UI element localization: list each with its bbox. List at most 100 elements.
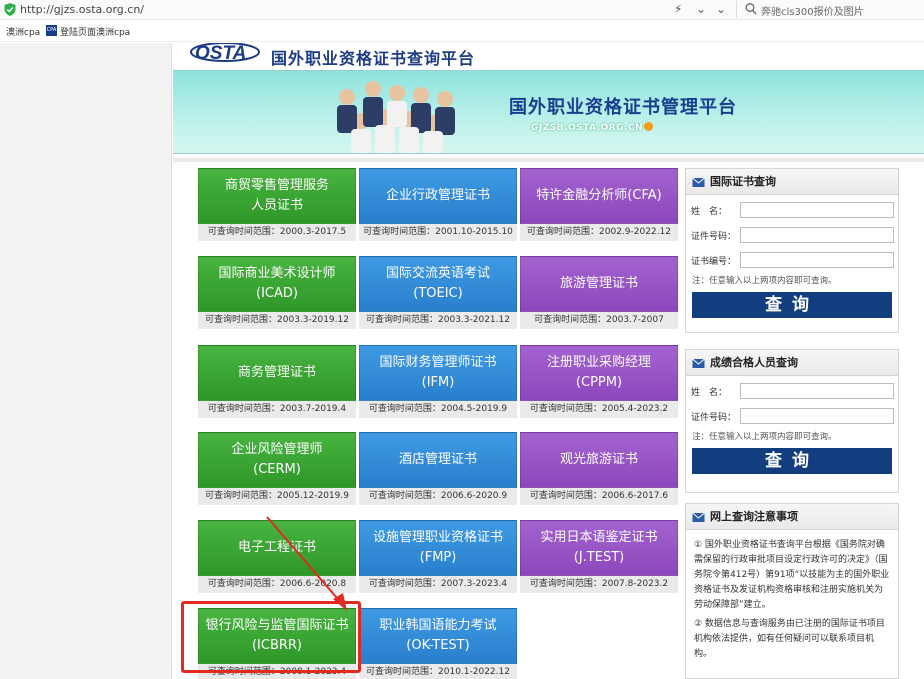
cert-button[interactable]: 企业风险管理师 (CERM) — [198, 432, 356, 488]
cert-button[interactable]: 国际财务管理师证书 (IFM) — [359, 345, 517, 401]
bookmark-item[interactable]: 澳洲cpa — [6, 25, 40, 38]
cert-name-line: 国际财务管理师证书 — [379, 355, 497, 370]
people-photo — [337, 81, 455, 153]
cert-date-range: 可查询时间范围：2007.8-2023.2 — [520, 576, 678, 593]
cert-name-line: (J.TEST) — [573, 550, 625, 565]
cert-name-line: 国际商业美术设计师 — [218, 266, 336, 281]
cert-button[interactable]: 国际商业美术设计师 (ICAD) — [198, 256, 356, 312]
cert-name-line: 设施管理职业资格证书 — [372, 530, 503, 545]
cert-card: 注册职业采购经理 (CPPM) 可查询时间范围：2005.4-2023.2 — [520, 345, 678, 418]
query-note: 注：任意输入以上两项内容即可查询。 — [692, 276, 837, 286]
cert-card: 商贸零售管理服务 人员证书 可查询时间范围：2000.3-2017.5 — [198, 168, 356, 241]
query-note: 注：任意输入以上两项内容即可查询。 — [692, 432, 837, 442]
secure-shield-icon — [4, 3, 16, 16]
cert-name-line: 特许金融分析师(CFA) — [536, 188, 662, 203]
cert-name-line: 观光旅游证书 — [559, 452, 638, 467]
name-input[interactable] — [740, 202, 894, 218]
cert-card: 设施管理职业资格证书 (FMP) 可查询时间范围：2007.3-2023.4 — [359, 520, 517, 593]
banner-url: GJZSB.OSTA.ORG.CN — [531, 122, 654, 133]
cert-name-line: (CERM) — [253, 462, 301, 477]
highlight-box — [181, 601, 361, 673]
panel-header: 网上查询注意事项 — [686, 504, 898, 530]
arrow-dot-icon — [644, 122, 654, 131]
search-icon — [745, 3, 757, 15]
cert-card: 国际交流英语考试 (TOEIC) 可查询时间范围：2003.3-2021.12 — [359, 256, 517, 329]
cert-name-line: 职业韩国语能力考试 — [379, 618, 497, 633]
cert-date-range: 可查询时间范围：2005.12-2019.9 — [198, 488, 356, 505]
cert-card: 职业韩国语能力考试 (OK-TEST) 可查询时间范围：2010.1-2022.12 — [359, 608, 517, 679]
cert-button[interactable]: 实用日本语鉴定证书 (J.TEST) — [520, 520, 678, 576]
id-number-input[interactable] — [740, 408, 894, 424]
cert-name-line: 人员证书 — [250, 198, 303, 213]
divider — [173, 158, 924, 162]
name-input[interactable] — [740, 383, 894, 399]
cert-name-line: 商贸零售管理服务 — [224, 178, 329, 193]
banner: 国外职业资格证书管理平台 GJZSB.OSTA.ORG.CN — [173, 70, 924, 154]
banner-title: 国外职业资格证书管理平台 — [509, 97, 737, 118]
cert-button[interactable]: 商务管理证书 — [198, 345, 356, 401]
cert-button[interactable]: 职业韩国语能力考试 (OK-TEST) — [359, 608, 517, 664]
cert-date-range: 可查询时间范围：2003.7-2007 — [520, 312, 678, 329]
cert-card: 商务管理证书 可查询时间范围：2003.7-2019.4 — [198, 345, 356, 418]
cert-date-range: 可查询时间范围：2001.10-2015.10 — [359, 224, 517, 241]
cert-button[interactable]: 注册职业采购经理 (CPPM) — [520, 345, 678, 401]
cert-name-line: (IFM) — [421, 375, 455, 390]
cert-card: 国际财务管理师证书 (IFM) 可查询时间范围：2004.5-2019.9 — [359, 345, 517, 418]
chevron-down-icon[interactable]: ⌄ — [716, 2, 726, 16]
cert-button[interactable]: 企业行政管理证书 — [359, 168, 517, 224]
cpa-favicon-icon: CPA — [46, 25, 57, 36]
field-row-name: 姓 名： — [686, 381, 898, 401]
cert-date-range: 可查询时间范围：2003.3-2021.12 — [359, 312, 517, 329]
bookmark-item[interactable]: 登陆页面澳洲cpa — [60, 25, 130, 38]
bookmarks-bar: 澳洲cpa CPA 登陆页面澳洲cpa — [0, 21, 924, 42]
cert-button[interactable]: 设施管理职业资格证书 (FMP) — [359, 520, 517, 576]
field-row-id: 证件号码： — [686, 406, 898, 426]
cert-name-line: (ICAD) — [256, 286, 298, 301]
url-field[interactable]: http://gjzs.osta.org.cn/ — [20, 3, 144, 16]
browser-search-box[interactable]: 奔驰cls300报价及图片 — [736, 1, 924, 18]
cert-button[interactable]: 酒店管理证书 — [359, 432, 517, 488]
cert-name-line: (TOEIC) — [413, 286, 463, 301]
cert-date-range: 可查询时间范围：2006.6-2020.9 — [359, 488, 517, 505]
cert-date-range: 可查询时间范围：2004.5-2019.9 — [359, 401, 517, 418]
cert-name-line: 酒店管理证书 — [398, 452, 477, 467]
query-button[interactable]: 查询 — [692, 292, 892, 318]
cert-card: 实用日本语鉴定证书 (J.TEST) 可查询时间范围：2007.8-2023.2 — [520, 520, 678, 593]
id-number-input[interactable] — [740, 227, 894, 243]
query-button[interactable]: 查询 — [692, 448, 892, 474]
cert-card: 企业行政管理证书 可查询时间范围：2001.10-2015.10 — [359, 168, 517, 241]
cert-name-line: 旅游管理证书 — [559, 276, 638, 291]
cert-name-line: (CPPM) — [575, 375, 623, 390]
cert-button[interactable]: 商贸零售管理服务 人员证书 — [198, 168, 356, 224]
cert-name-line: (OK-TEST) — [406, 638, 470, 653]
cert-card: 企业风险管理师 (CERM) 可查询时间范围：2005.12-2019.9 — [198, 432, 356, 505]
cert-button[interactable]: 特许金融分析师(CFA) — [520, 168, 678, 224]
cert-card: 观光旅游证书可查询时间范围：2006.6-2017.6 — [520, 432, 678, 505]
cert-name-line: 企业风险管理师 — [231, 442, 323, 457]
chevron-down-icon[interactable]: ⌄ — [696, 2, 706, 16]
field-row-cert: 证书编号： — [686, 250, 898, 270]
cert-date-range: 可查询时间范围：2003.3-2019.12 — [198, 312, 356, 329]
cert-name-line: 实用日本语鉴定证书 — [540, 530, 658, 545]
cert-date-range: 可查询时间范围：2007.3-2023.4 — [359, 576, 517, 593]
notice-panel: 网上查询注意事项 ① 国外职业资格证书查询平台根据《国务院对确需保留的行政审批项… — [685, 503, 899, 679]
cert-card: 国际商业美术设计师 (ICAD) 可查询时间范围：2003.3-2019.12 — [198, 256, 356, 329]
field-row-name: 姓 名： — [686, 200, 898, 220]
lightning-icon[interactable]: ⚡ — [674, 2, 682, 16]
qualified-query-panel: 成绩合格人员查询 姓 名： 证件号码： 注：任意输入以上两项内容即可查询。 查询 — [685, 349, 899, 493]
cert-date-range: 可查询时间范围：2006.6-2017.6 — [520, 488, 678, 505]
cert-number-input[interactable] — [740, 252, 894, 268]
mail-icon — [692, 358, 705, 368]
cert-button[interactable]: 旅游管理证书 — [520, 256, 678, 312]
page-content: OSTA 国外职业资格证书查询平台 国外职业资格证书管理平台 GJZSB.OST… — [173, 43, 924, 679]
panel-header: 成绩合格人员查询 — [686, 350, 898, 376]
cert-date-range: 可查询时间范围：2005.4-2023.2 — [520, 401, 678, 418]
cert-button[interactable]: 国际交流英语考试 (TOEIC) — [359, 256, 517, 312]
panel-header: 国际证书查询 — [686, 169, 898, 195]
cert-name-line: (FMP) — [419, 550, 457, 565]
cert-card: 旅游管理证书可查询时间范围：2003.7-2007 — [520, 256, 678, 329]
notice-item: ① 国外职业资格证书查询平台根据《国务院对确需保留的行政审批项目设定行政许可的决… — [694, 540, 890, 610]
site-title: 国外职业资格证书查询平台 — [271, 49, 476, 68]
cert-button[interactable]: 观光旅游证书 — [520, 432, 678, 488]
intl-cert-query-panel: 国际证书查询 姓 名： 证件号码： 证书编号： 注：任意输入以上两项内容即可查询… — [685, 168, 899, 333]
